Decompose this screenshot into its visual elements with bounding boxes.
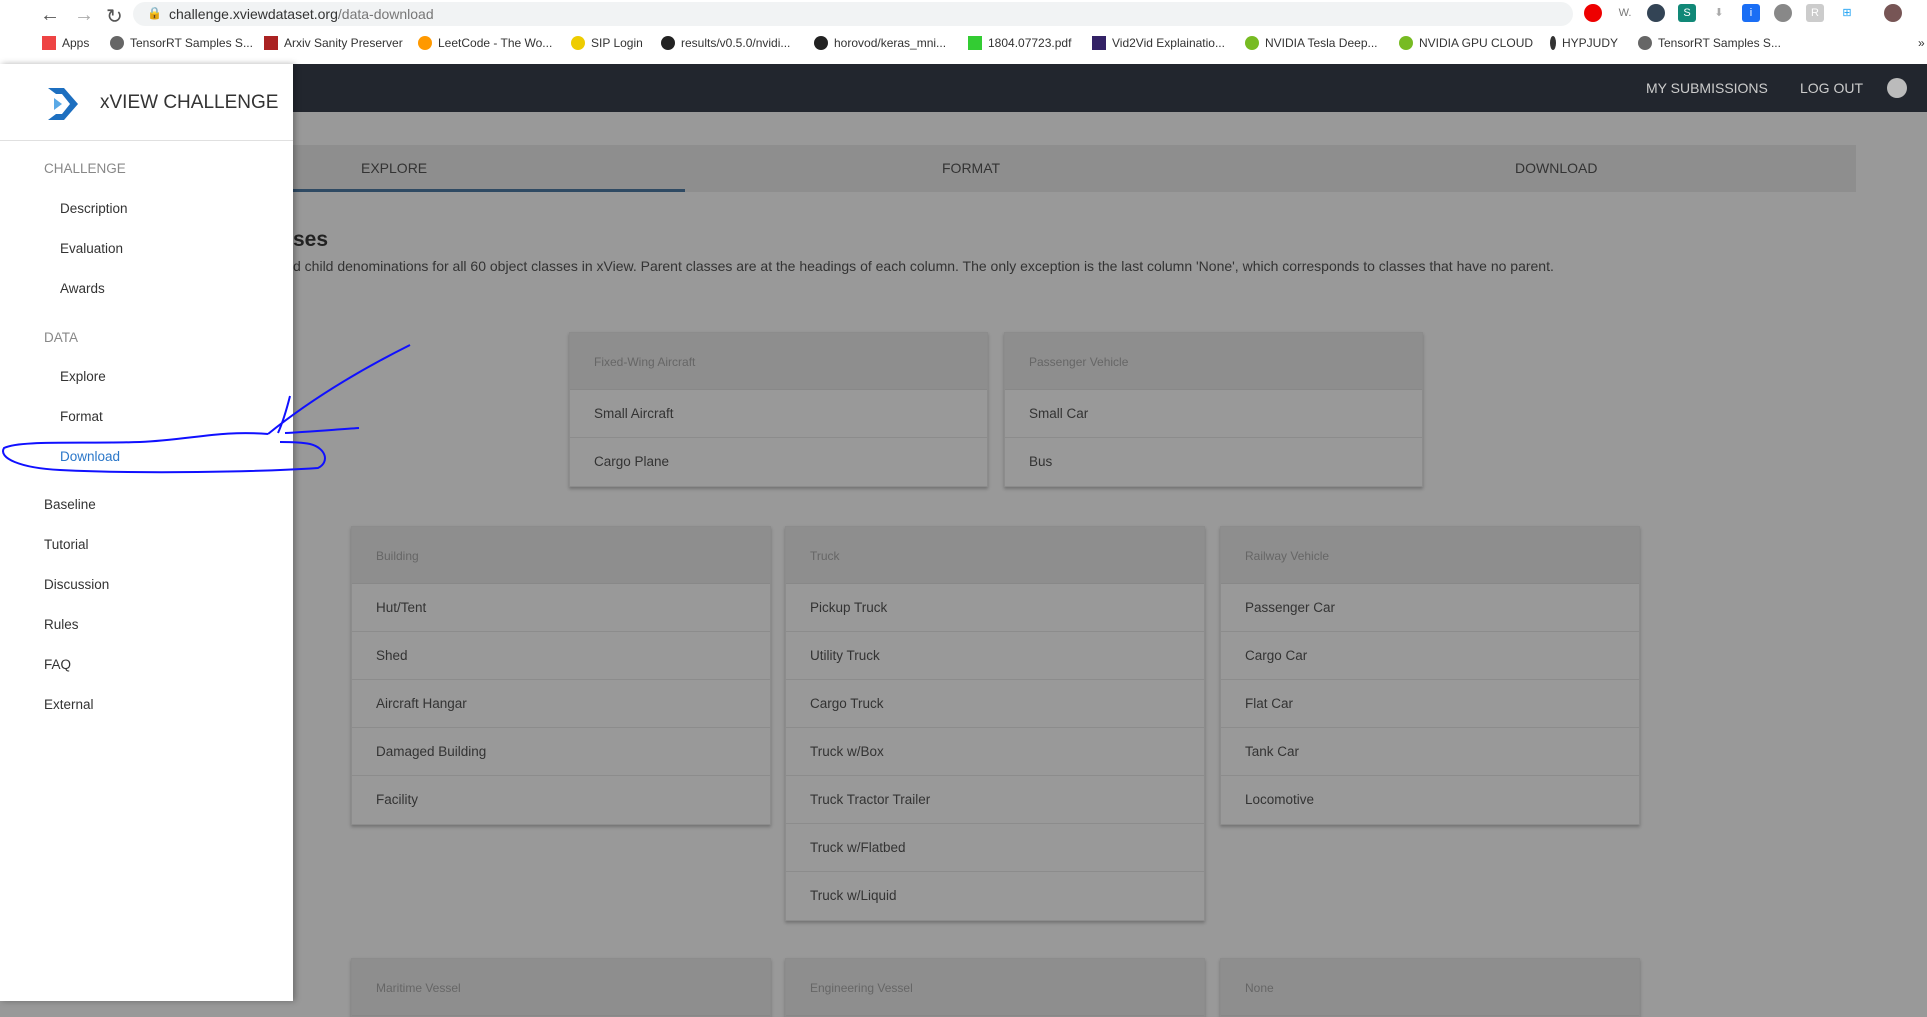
section-data: DATA bbox=[44, 330, 79, 345]
tab-bar: EXPLORE FORMAT DOWNLOAD bbox=[293, 145, 1856, 192]
card-parent-class: Maritime Vessel bbox=[352, 959, 770, 1016]
bookmark[interactable]: Arxiv Sanity Preserver bbox=[264, 36, 403, 50]
address-bar[interactable]: 🔒 challenge.xviewdataset.org/data-downlo… bbox=[133, 2, 1694, 26]
card-parent-class: Building bbox=[352, 527, 770, 584]
class-card: Maritime Vessel bbox=[351, 958, 771, 1017]
tab-download[interactable]: DOWNLOAD bbox=[1515, 160, 1597, 176]
sidebar-item-format[interactable]: Format bbox=[60, 409, 103, 424]
forward-icon[interactable]: → bbox=[74, 4, 94, 27]
bookmark[interactable]: NVIDIA Tesla Deep... bbox=[1245, 36, 1378, 50]
card-parent-class: Truck bbox=[786, 527, 1204, 584]
bookmark[interactable]: LeetCode - The Wo... bbox=[418, 36, 552, 50]
log-out-link[interactable]: LOG OUT bbox=[1800, 80, 1863, 96]
lock-icon: 🔒 bbox=[147, 6, 162, 20]
extension-icon[interactable] bbox=[1647, 4, 1665, 22]
card-parent-class: Fixed-Wing Aircraft bbox=[570, 333, 987, 390]
sidebar-item-discussion[interactable]: Discussion bbox=[44, 577, 109, 592]
section-description: d child denominations for all 60 object … bbox=[293, 258, 1554, 274]
divider bbox=[0, 140, 293, 141]
card-parent-class: Engineering Vessel bbox=[786, 959, 1204, 1016]
sidebar-item-download[interactable]: Download bbox=[60, 449, 120, 464]
card-parent-class: Passenger Vehicle bbox=[1005, 333, 1422, 390]
class-card: None bbox=[1220, 958, 1640, 1017]
sidebar-item-rules[interactable]: Rules bbox=[44, 617, 79, 632]
card-parent-class: None bbox=[1221, 959, 1639, 1016]
url-host: challenge.xviewdataset.org bbox=[169, 6, 338, 22]
bookmark[interactable]: Vid2Vid Explainatio... bbox=[1092, 36, 1225, 50]
tab-explore[interactable]: EXPLORE bbox=[361, 160, 427, 176]
card-child-class: Locomotive bbox=[1245, 792, 1315, 807]
card-child-class: Cargo Plane bbox=[594, 454, 670, 469]
card-child-class: Truck Tractor Trailer bbox=[786, 776, 1204, 824]
brand-title: xVIEW CHALLENGE bbox=[100, 92, 279, 113]
section-challenge: CHALLENGE bbox=[44, 161, 126, 176]
sidebar-item-tutorial[interactable]: Tutorial bbox=[44, 537, 89, 552]
bookmark-apps[interactable]: Apps bbox=[42, 36, 89, 50]
class-card: Fixed-Wing Aircraft Small Aircraft Cargo P… bbox=[569, 332, 988, 487]
sidebar-item-evaluation[interactable]: Evaluation bbox=[60, 241, 123, 256]
card-child-class: Truck w/Flatbed bbox=[786, 824, 1204, 872]
extension-icon[interactable]: S bbox=[1678, 4, 1696, 22]
bookmark[interactable]: results/v0.5.0/nvidi... bbox=[661, 36, 790, 50]
bookmark[interactable]: NVIDIA GPU CLOUD bbox=[1399, 36, 1533, 50]
bookmark[interactable]: horovod/keras_mni... bbox=[814, 36, 946, 50]
class-card: Railway Vehicle Passenger Car Cargo Car Fla… bbox=[1220, 526, 1640, 825]
card-child-class: Hut/Tent bbox=[352, 584, 770, 632]
card-child-class: Cargo Car bbox=[1221, 632, 1639, 680]
account-icon[interactable] bbox=[1887, 78, 1907, 98]
reload-icon[interactable]: ↻ bbox=[106, 4, 123, 29]
class-card: Building Hut/Tent Shed Aircraft Hangar Damag… bbox=[351, 526, 771, 825]
sidebar-item-awards[interactable]: Awards bbox=[60, 281, 105, 296]
profile-avatar[interactable] bbox=[1884, 4, 1902, 22]
card-child-class: Aircraft Hangar bbox=[352, 680, 770, 728]
sidebar-item-baseline[interactable]: Baseline bbox=[44, 497, 96, 512]
tab-format[interactable]: FORMAT bbox=[942, 160, 1000, 176]
sidebar-item-explore[interactable]: Explore bbox=[60, 369, 106, 384]
bookmark[interactable]: TensorRT Samples S... bbox=[110, 36, 253, 50]
card-child-class: Facility bbox=[376, 792, 419, 807]
card-child-class: Truck w/Liquid bbox=[810, 888, 897, 903]
bookmarks-overflow[interactable]: » bbox=[1918, 36, 1925, 50]
sidebar-drawer: xVIEW CHALLENGE CHALLENGE Description Ev… bbox=[0, 64, 293, 1001]
card-child-class: Small Car bbox=[1005, 390, 1422, 438]
my-submissions-link[interactable]: MY SUBMISSIONS bbox=[1646, 80, 1768, 96]
extension-icon[interactable] bbox=[1584, 4, 1602, 22]
card-child-class: Passenger Car bbox=[1221, 584, 1639, 632]
browser-chrome: ← → ↻ 🔒 challenge.xviewdataset.org/data-… bbox=[0, 0, 1927, 64]
card-child-class: Truck w/Box bbox=[786, 728, 1204, 776]
card-child-class: Pickup Truck bbox=[786, 584, 1204, 632]
sidebar-item-external[interactable]: External bbox=[44, 697, 94, 712]
extension-icon[interactable]: R bbox=[1806, 4, 1824, 22]
windows-icon[interactable]: ⊞ bbox=[1838, 4, 1856, 22]
bookmark[interactable]: TensorRT Samples S... bbox=[1638, 36, 1781, 50]
bookmark[interactable]: SIP Login bbox=[571, 36, 643, 50]
card-child-class: Tank Car bbox=[1221, 728, 1639, 776]
class-card: Truck Pickup Truck Utility Truck Cargo Truc… bbox=[785, 526, 1205, 921]
card-child-class: Small Aircraft bbox=[570, 390, 987, 438]
section-title: ses bbox=[293, 228, 329, 251]
class-card: Passenger Vehicle Small Car Bus bbox=[1004, 332, 1423, 487]
card-child-class: Utility Truck bbox=[786, 632, 1204, 680]
sidebar-item-description[interactable]: Description bbox=[60, 201, 128, 216]
card-child-class: Cargo Truck bbox=[786, 680, 1204, 728]
bookmark[interactable]: 1804.07723.pdf bbox=[968, 36, 1071, 50]
active-tab-indicator bbox=[293, 189, 685, 192]
extension-icon[interactable] bbox=[1774, 4, 1792, 22]
extension-icon[interactable]: i bbox=[1742, 4, 1760, 22]
extension-icon[interactable]: W. bbox=[1616, 4, 1634, 22]
back-icon[interactable]: ← bbox=[40, 4, 60, 27]
card-parent-class: Railway Vehicle bbox=[1221, 527, 1639, 584]
url-path: /data-download bbox=[337, 6, 434, 22]
sidebar-item-faq[interactable]: FAQ bbox=[44, 657, 71, 672]
class-card: Engineering Vessel bbox=[785, 958, 1205, 1017]
xview-logo-icon bbox=[48, 88, 78, 120]
card-child-class: Bus bbox=[1029, 454, 1053, 469]
download-icon[interactable]: ⬇ bbox=[1710, 4, 1728, 22]
card-child-class: Damaged Building bbox=[352, 728, 770, 776]
bookmark[interactable]: HYPJUDY bbox=[1550, 36, 1618, 50]
card-child-class: Flat Car bbox=[1221, 680, 1639, 728]
card-child-class: Shed bbox=[352, 632, 770, 680]
